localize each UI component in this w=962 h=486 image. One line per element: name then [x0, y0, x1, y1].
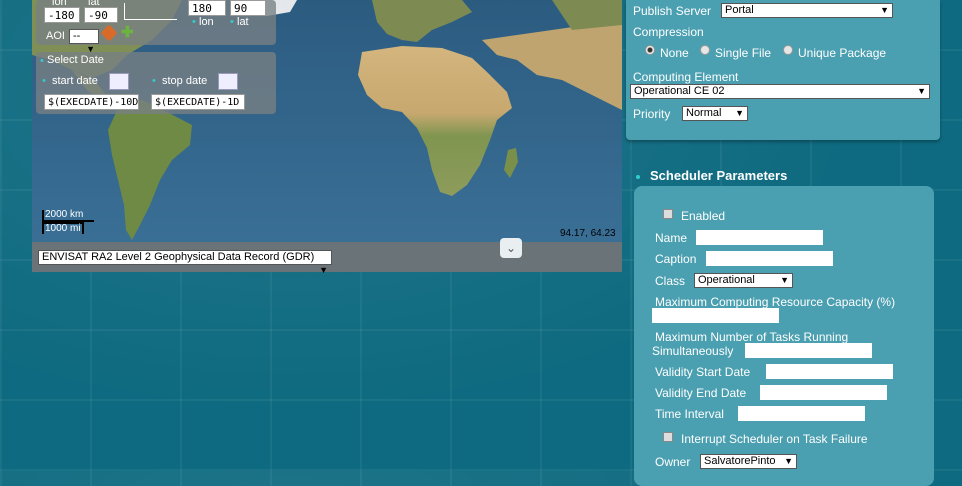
validity-end-label: Validity End Date [655, 386, 747, 400]
max-lon-input[interactable]: 180 [188, 0, 226, 16]
publish-server-label: Publish Server [633, 4, 712, 18]
publish-server-select[interactable]: Portal ▼ [721, 3, 893, 18]
stop-date-label: stop date [162, 75, 208, 87]
class-select[interactable]: Operational ▼ [694, 273, 793, 288]
chevron-down-icon: ▼ [319, 265, 328, 275]
scale-km-label: 2000 km [45, 209, 84, 220]
time-interval-field[interactable] [738, 406, 865, 421]
start-date-input[interactable]: $(EXECDATE)-10D [44, 94, 139, 110]
min-lon-input[interactable]: -180 [44, 7, 80, 23]
select-date-title: Select Date [47, 54, 104, 66]
max-capacity-field[interactable] [652, 308, 779, 323]
max-tasks-label-line2: Simultaneously [652, 344, 734, 358]
computing-element-value: Operational CE 02 [634, 85, 725, 97]
interrupt-label: Interrupt Scheduler on Task Failure [681, 432, 868, 446]
scale-mi-label: 1000 mi [45, 223, 81, 234]
aoi-select[interactable]: -- ▼ [69, 29, 99, 54]
dataset-select[interactable]: ENVISAT RA2 Level 2 Geophysical Data Rec… [38, 250, 332, 275]
time-interval-label: Time Interval [655, 407, 724, 421]
owner-select[interactable]: SalvatorePinto ▼ [700, 454, 797, 469]
enabled-checkbox[interactable] [663, 209, 673, 219]
dot-icon: • [192, 16, 196, 28]
validity-end-field[interactable] [760, 385, 887, 400]
class-label: Class [655, 274, 686, 288]
dot-icon: • [40, 55, 44, 67]
enabled-label: Enabled [681, 209, 726, 223]
dot-icon: • [152, 75, 156, 87]
aoi-box-preview [124, 3, 177, 20]
interrupt-checkbox[interactable] [663, 432, 673, 442]
max-capacity-label: Maximum Computing Resource Capacity (%) [655, 295, 896, 309]
chevron-down-icon: ▼ [880, 5, 889, 15]
compression-none-label: None [660, 46, 689, 60]
name-field[interactable] [696, 230, 823, 245]
stop-date-input[interactable]: $(EXECDATE)-1D [151, 94, 245, 110]
add-aoi-icon[interactable]: ✚ [121, 25, 134, 40]
bullet-icon [636, 175, 640, 179]
scheduler-title: Scheduler Parameters [650, 168, 788, 183]
min-lat-input[interactable]: -90 [84, 7, 118, 23]
compression-label: Compression [633, 25, 704, 39]
collapse-chevron-icon[interactable]: ⌄ [500, 238, 522, 258]
priority-value: Normal [686, 107, 722, 119]
computing-element-select[interactable]: Operational CE 02 ▼ [630, 84, 930, 99]
max-lat-input[interactable]: 90 [230, 0, 266, 16]
caption-field[interactable] [706, 251, 833, 266]
compression-single-file-radio[interactable] [700, 45, 710, 55]
max-lat-label: lat [237, 16, 249, 28]
compression-single-file-label: Single File [715, 46, 772, 60]
validity-start-field[interactable] [766, 364, 893, 379]
mouse-coordinates: 94.17, 64.23 [560, 228, 616, 239]
dataset-select-value: ENVISAT RA2 Level 2 Geophysical Data Rec… [42, 251, 315, 263]
dot-icon: • [42, 75, 46, 87]
dot-icon: • [230, 16, 234, 28]
owner-label: Owner [655, 455, 691, 469]
priority-label: Priority [633, 107, 671, 121]
max-tasks-label-line1: Maximum Number of Tasks Running [655, 330, 849, 344]
compression-unique-package-label: Unique Package [798, 46, 887, 60]
calendar-icon[interactable] [218, 73, 238, 90]
chevron-down-icon: ▼ [735, 108, 744, 118]
computing-element-label: Computing Element [633, 70, 739, 84]
caption-label: Caption [655, 252, 697, 266]
priority-select[interactable]: Normal ▼ [682, 106, 748, 121]
publish-server-value: Portal [725, 4, 754, 16]
start-date-label: start date [52, 75, 98, 87]
chevron-down-icon: ▼ [784, 456, 793, 466]
compression-unique-package-radio[interactable] [783, 45, 793, 55]
validity-start-label: Validity Start Date [655, 365, 751, 379]
compression-none-radio[interactable] [645, 45, 655, 55]
chevron-down-icon: ▼ [917, 86, 926, 96]
class-value: Operational [698, 274, 755, 286]
chevron-down-icon: ▼ [780, 275, 789, 285]
aoi-label: AOI [46, 30, 65, 42]
max-tasks-field[interactable] [745, 343, 872, 358]
owner-value: SalvatorePinto [704, 455, 776, 467]
aoi-select-value: -- [73, 30, 81, 42]
name-label: Name [655, 231, 688, 245]
calendar-icon[interactable] [109, 73, 129, 90]
max-lon-label: lon [199, 16, 214, 28]
